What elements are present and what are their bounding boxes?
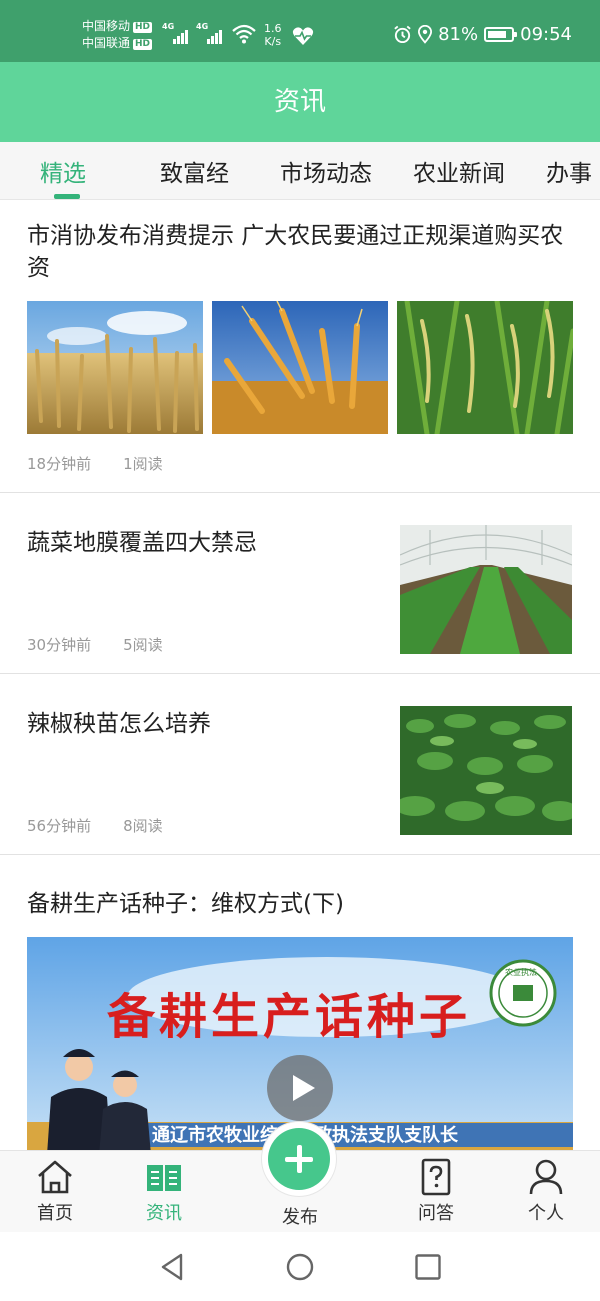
article-item[interactable]: 辣椒秧苗怎么培养 56分钟前 8阅读: [0, 674, 600, 855]
wheat-ears-sky-image[interactable]: [212, 301, 388, 434]
tab-market[interactable]: 市场动态: [280, 154, 372, 188]
article-meta: 18分钟前 1阅读: [27, 453, 163, 474]
home-icon: [38, 1160, 72, 1194]
article-meta: 30分钟前 5阅读: [27, 634, 163, 655]
video-badge: 农业执法: [505, 968, 537, 977]
nav-label: 资讯: [146, 1203, 182, 1224]
rice-ears-image[interactable]: [397, 301, 573, 434]
plus-icon: [268, 1128, 330, 1190]
article-title[interactable]: 备耕生产话种子：维权方式(下): [27, 888, 577, 920]
nav-label: 问答: [418, 1203, 454, 1224]
recents-icon[interactable]: [413, 1252, 443, 1282]
signal-2-icon: 4G: [196, 22, 222, 44]
tab-indicator: [54, 194, 80, 199]
hd-badge: HD: [133, 39, 153, 50]
network-speed: 1.6 K/s: [264, 22, 282, 48]
book-icon: [147, 1165, 181, 1191]
article-reads: 5阅读: [123, 636, 163, 654]
carrier-2: 中国联通: [82, 36, 131, 50]
article-title[interactable]: 蔬菜地膜覆盖四大禁忌: [27, 527, 367, 559]
page-title: 资讯: [273, 87, 326, 117]
back-icon[interactable]: [157, 1252, 187, 1282]
location-icon: [418, 25, 433, 44]
article-reads: 8阅读: [123, 817, 163, 835]
play-button[interactable]: [267, 1055, 333, 1121]
publish-button[interactable]: [262, 1122, 336, 1196]
pepper-seedlings-image[interactable]: [400, 706, 572, 835]
system-nav-bar: [0, 1232, 600, 1301]
play-icon: [293, 1075, 315, 1101]
nav-publish[interactable]: 发布: [260, 1203, 340, 1229]
nav-news[interactable]: 资讯: [124, 1157, 204, 1225]
tab-services[interactable]: 办事: [546, 154, 592, 188]
article-reads: 1阅读: [123, 455, 163, 473]
wheat-field-image[interactable]: [27, 301, 203, 434]
category-tabs: 精选 致富经 市场动态 农业新闻 办事: [0, 142, 600, 200]
nav-label: 首页: [37, 1203, 73, 1224]
status-bar: 中国移动 HD 中国联通 HD 4G 4G 1.6 K/s 81% 09:54: [0, 0, 600, 62]
article-time: 18分钟前: [27, 455, 92, 473]
article-meta: 56分钟前 8阅读: [27, 815, 163, 836]
carrier-1: 中国移动: [82, 19, 131, 33]
nav-label: 发布: [282, 1207, 318, 1228]
video-headline: 备耕生产话种子: [107, 989, 472, 1045]
wifi-icon: [232, 24, 256, 44]
article-time: 30分钟前: [27, 636, 92, 654]
nav-qa[interactable]: 问答: [396, 1157, 476, 1225]
signal-1-icon: 4G: [162, 22, 188, 44]
question-icon: [421, 1158, 451, 1196]
heart-rate-icon: [292, 26, 314, 46]
person-icon: [529, 1159, 563, 1195]
article-item[interactable]: 备耕生产话种子：维权方式(下) 备耕生产话种子 农业执法: [0, 855, 600, 1150]
clock: 09:54: [520, 24, 572, 45]
nav-profile[interactable]: 个人: [506, 1157, 586, 1225]
app-bar: 资讯: [0, 62, 600, 142]
article-title[interactable]: 市消协发布消费提示 广大农民要通过正规渠道购买农资: [27, 220, 577, 284]
article-time: 56分钟前: [27, 817, 92, 835]
video-thumbnail[interactable]: 备耕生产话种子 通辽市农牧业综合行政执法支队支队长 农业执法: [27, 937, 573, 1150]
tab-featured[interactable]: 精选: [40, 154, 86, 188]
home-circle-icon[interactable]: [285, 1252, 315, 1282]
battery-icon: [484, 27, 518, 42]
carrier-info: 中国移动 HD 中国联通 HD: [82, 18, 153, 52]
article-item[interactable]: 蔬菜地膜覆盖四大禁忌 30分钟前 5阅读: [0, 493, 600, 674]
article-title[interactable]: 辣椒秧苗怎么培养: [27, 708, 367, 740]
greenhouse-vegetables-image[interactable]: [400, 525, 572, 654]
article-item[interactable]: 市消协发布消费提示 广大农民要通过正规渠道购买农资 18分钟前 1阅读: [0, 200, 600, 493]
tab-wealth[interactable]: 致富经: [160, 154, 229, 188]
hd-badge: HD: [133, 22, 153, 33]
nav-label: 个人: [528, 1203, 564, 1224]
news-feed[interactable]: 市消协发布消费提示 广大农民要通过正规渠道购买农资 18分钟前 1阅读 蔬菜地膜…: [0, 200, 600, 1150]
alarm-icon: [394, 25, 411, 44]
battery-percent: 81%: [438, 24, 479, 45]
nav-home[interactable]: 首页: [15, 1157, 95, 1225]
tab-agri-news[interactable]: 农业新闻: [413, 154, 505, 188]
